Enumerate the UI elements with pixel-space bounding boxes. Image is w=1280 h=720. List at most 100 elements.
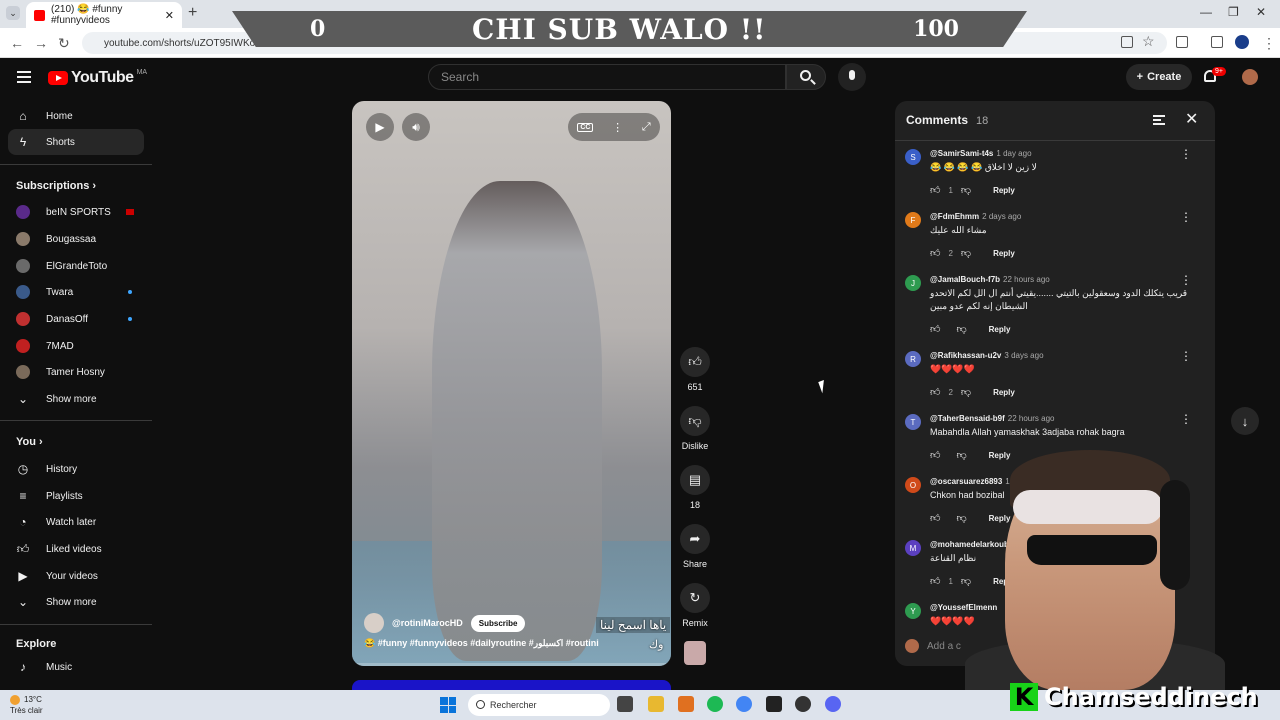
obs-icon[interactable]	[795, 696, 811, 712]
commenter-avatar[interactable]: O	[905, 477, 921, 493]
close-icon[interactable]: ✕	[1185, 109, 1198, 129]
captions-icon[interactable]: CC	[577, 122, 594, 132]
spotify-icon[interactable]	[707, 696, 723, 712]
comment-menu-icon[interactable]: ⋮	[1180, 147, 1192, 161]
windows-start-icon[interactable]	[440, 697, 456, 713]
voice-search-mic-icon[interactable]	[838, 63, 866, 91]
thumbs-up-icon[interactable]: 👍︎	[930, 386, 940, 398]
reply-button[interactable]: Reply	[989, 325, 1011, 334]
like-button[interactable]: 👍︎ 651	[680, 347, 710, 392]
browser-menu-icon[interactable]: ⋮	[1262, 35, 1276, 52]
channel-avatar[interactable]	[364, 613, 384, 633]
reply-button[interactable]: Reply	[993, 186, 1015, 195]
subscriptions-heading[interactable]: Subscriptions ›	[16, 180, 96, 192]
browser-profile-avatar[interactable]	[1235, 35, 1249, 49]
comment-author[interactable]: @TaherBensaid-b9f	[930, 414, 1005, 423]
comment-menu-icon[interactable]: ⋮	[1180, 273, 1192, 287]
fullscreen-icon[interactable]: ⤢	[642, 121, 651, 134]
comment-author[interactable]: @JamalBouch-f7b	[930, 275, 1000, 284]
thumbs-up-icon[interactable]: 👍︎	[930, 247, 940, 259]
progress-bar[interactable]	[352, 663, 671, 666]
sidebar-item-subscription[interactable]: Twara	[8, 279, 144, 305]
taskbar-search[interactable]: Rechercher	[468, 694, 610, 716]
dislike-button[interactable]: 👎︎ Dislike	[680, 406, 710, 451]
comment-author[interactable]: @FdmEhmm	[930, 212, 979, 221]
thumbs-down-icon[interactable]: 👎︎	[961, 184, 971, 196]
comment-time[interactable]: 22 hours ago	[1003, 275, 1050, 284]
reply-button[interactable]: Reply	[993, 249, 1015, 258]
app-icon[interactable]	[678, 696, 694, 712]
chrome-icon[interactable]	[736, 696, 752, 712]
sidebar-item-subscription[interactable]: Tamer Hosny	[8, 359, 144, 385]
share-button[interactable]: ➦ Share	[680, 524, 710, 569]
search-input[interactable]: Search	[428, 64, 786, 90]
sidebar-item-subscription[interactable]: 7MAD	[8, 333, 144, 359]
commenter-avatar[interactable]: M	[905, 540, 921, 556]
browser-tab[interactable]: (210) 😂 #funny #funnyvideos ✕	[26, 2, 182, 28]
channel-name[interactable]: @rotiniMarocHD	[392, 618, 463, 628]
sidebar-item-your-videos[interactable]: ▶ Your videos	[8, 563, 144, 589]
close-window-icon[interactable]: ✕	[1256, 5, 1266, 19]
thumbs-down-icon[interactable]: 👎︎	[956, 323, 966, 335]
sidebar-item-subscription[interactable]: beIN SPORTS	[8, 199, 144, 225]
you-show-more[interactable]: ⌄ Show more	[8, 589, 144, 615]
comment-menu-icon[interactable]: ⋮	[1180, 349, 1192, 363]
hamburger-menu-icon[interactable]	[17, 71, 31, 83]
arrow-down-icon[interactable]: ↓	[1231, 407, 1259, 435]
thumbs-up-icon[interactable]: 👍︎	[930, 512, 940, 524]
sidebar-item-home[interactable]: ⌂ Home	[8, 103, 144, 129]
thumbs-down-icon[interactable]: 👎︎	[961, 386, 971, 398]
volume-icon[interactable]: 🔊︎	[402, 113, 430, 141]
extensions-icon[interactable]	[1176, 36, 1188, 48]
youtube-logo[interactable]: YouTube MA	[48, 69, 147, 87]
sidebar-item-subscription[interactable]: Bougassaa	[8, 226, 144, 252]
task-view-icon[interactable]	[617, 696, 633, 712]
media-control-icon[interactable]	[1211, 36, 1223, 48]
sidebar-item-liked-videos[interactable]: 👍︎ Liked videos	[8, 536, 144, 562]
next-short-preview[interactable]	[352, 680, 671, 690]
new-tab-icon[interactable]: +	[188, 4, 197, 22]
subscribe-button[interactable]: Subscribe	[470, 614, 526, 632]
sidebar-item-shorts[interactable]: ϟ Shorts	[8, 129, 144, 155]
sidebar-item-music[interactable]: ♪ Music	[8, 654, 144, 680]
forward-icon[interactable]: →	[34, 35, 48, 51]
remix-button[interactable]: ↻ Remix	[680, 583, 710, 628]
terminal-icon[interactable]	[766, 696, 782, 712]
commenter-avatar[interactable]: J	[905, 275, 921, 291]
shorts-video-player[interactable]: ▶ 🔊︎ CC ⋮ ⤢ ياها اسمح لينا وك @rotiniMar…	[352, 101, 671, 666]
comment-time[interactable]: 3 days ago	[1004, 351, 1043, 360]
sort-icon[interactable]	[1153, 115, 1165, 125]
file-explorer-icon[interactable]	[648, 696, 664, 712]
sidebar-item-watch-later[interactable]: ◔ Watch later	[8, 509, 144, 535]
thumbs-up-icon[interactable]: 👍︎	[930, 323, 940, 335]
reload-icon[interactable]: ↻	[58, 35, 70, 52]
bookmark-star-icon[interactable]: ☆	[1142, 33, 1155, 50]
back-icon[interactable]: ←	[10, 35, 24, 51]
video-title-tags[interactable]: 😂 #funny #funnyvideos #dailyroutine #اكس…	[364, 638, 599, 649]
tab-search-icon[interactable]: ⌄	[6, 6, 20, 20]
thumbs-down-icon[interactable]: 👎︎	[961, 247, 971, 259]
maximize-icon[interactable]: ❐	[1228, 5, 1239, 19]
comments-button[interactable]: ▤ 18	[680, 465, 710, 510]
commenter-avatar[interactable]: F	[905, 212, 921, 228]
install-app-icon[interactable]	[1121, 36, 1133, 48]
comment-author[interactable]: @Rafikhassan-u2v	[930, 351, 1001, 360]
audio-source-thumbnail[interactable]	[684, 641, 706, 665]
comment-menu-icon[interactable]: ⋮	[1180, 210, 1192, 224]
thumbs-up-icon[interactable]: 👍︎	[930, 575, 940, 587]
commenter-avatar[interactable]: S	[905, 149, 921, 165]
sidebar-item-subscription[interactable]: ElGrandeToto	[8, 253, 144, 279]
thumbs-up-icon[interactable]: 👍︎	[930, 449, 940, 461]
discord-icon[interactable]	[825, 696, 841, 712]
play-icon[interactable]: ▶	[366, 113, 394, 141]
thumbs-up-icon[interactable]: 👍︎	[930, 184, 940, 196]
create-button[interactable]: + Create	[1126, 64, 1192, 90]
account-avatar[interactable]	[1242, 69, 1258, 85]
reply-button[interactable]: Reply	[993, 388, 1015, 397]
comment-menu-icon[interactable]: ⋮	[1180, 412, 1192, 426]
sidebar-item-history[interactable]: ◷ History	[8, 456, 144, 482]
comment-time[interactable]: 2 days ago	[982, 212, 1021, 221]
you-heading[interactable]: You ›	[16, 436, 43, 448]
tab-close-icon[interactable]: ✕	[165, 9, 174, 22]
commenter-avatar[interactable]: T	[905, 414, 921, 430]
